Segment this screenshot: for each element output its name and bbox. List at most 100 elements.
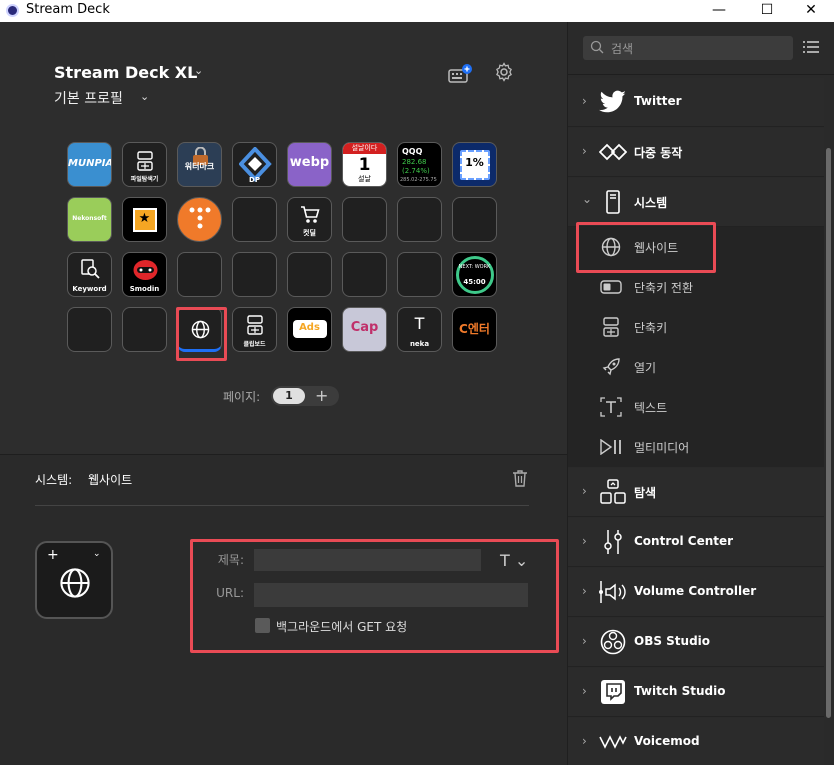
add-state-icon[interactable]: + [47,547,59,563]
delete-trash-icon[interactable] [512,469,528,487]
key-ads[interactable]: Ads [287,307,332,352]
key-c-enter[interactable]: C엔터 [452,307,497,352]
background-get-checkbox[interactable] [255,618,270,633]
image-options-chevron-icon[interactable]: ⌄ [93,549,101,559]
key-munpia[interactable]: MUNPIA [67,142,112,187]
key-cpu-percent[interactable]: 1% [452,142,497,187]
search-box[interactable]: 검색 [583,36,793,60]
divider [568,74,834,75]
key-watermark[interactable]: 워터마크 [177,142,222,187]
hotkey-switch-icon [598,276,624,298]
text-t-icon: T [414,314,425,333]
key-calendar[interactable]: 설날이다 1 설날 [342,142,387,187]
category-twitter[interactable]: › Twitter [568,78,824,127]
key-keyword[interactable]: Keyword [67,252,112,297]
category-control-center[interactable]: › Control Center [568,518,824,567]
chevron-right-icon: › [582,94,587,108]
window-titlebar: Stream Deck — ☐ ✕ [0,0,834,22]
globe-icon [191,320,210,339]
chevron-right-icon: › [582,144,587,158]
key-empty[interactable] [452,197,497,242]
action-hotkey[interactable]: 단축키 [568,307,824,347]
calculator-icon [247,315,263,335]
profile-chevron-down-icon[interactable]: ⌄ [140,90,149,103]
chevron-right-icon: › [582,484,587,498]
action-multimedia[interactable]: 멀티미디어 [568,427,824,467]
profile-selector[interactable]: 기본 프로필 [54,88,123,108]
key-empty[interactable] [397,252,442,297]
key-empty[interactable] [397,197,442,242]
category-multi-action[interactable]: › 다중 동작 [568,128,824,177]
store-keyboard-icon[interactable] [448,64,472,84]
url-field[interactable] [254,583,528,607]
search-icon [590,40,604,54]
chevron-right-icon: › [582,684,587,698]
action-name: 웹사이트 [88,473,133,487]
key-empty[interactable] [232,252,277,297]
key-cart[interactable]: 컷딜 [287,197,332,242]
key-empty[interactable] [342,252,387,297]
key-t-logo[interactable] [177,197,222,242]
volume-controller-icon [598,578,628,606]
maximize-button[interactable]: ☐ [744,0,790,22]
twitch-icon [598,678,628,706]
action-text[interactable]: 텍스트 [568,387,824,427]
close-button[interactable]: ✕ [788,0,834,22]
smodin-mascot-icon [133,260,158,280]
voicemod-icon [598,728,628,756]
key-webp[interactable]: webp [287,142,332,187]
key-pomodoro-timer[interactable]: NEXT: WORK 45:00 [452,252,497,297]
title-field[interactable] [254,549,481,571]
page-current[interactable]: 1 [273,388,305,404]
key-stock-qqq[interactable]: QQQ 282.68 (2.74%) 285.02-275.75 [397,142,442,187]
stream-deck-app-icon [6,4,19,17]
key-clipboard[interactable]: 클립보드 [232,307,277,352]
text-icon [598,396,624,418]
add-page-button[interactable]: + [315,386,328,406]
chevron-right-icon: › [582,534,587,548]
key-image-preview[interactable]: + ⌄ [35,541,113,619]
sidebar-scrollbar[interactable] [826,148,831,718]
key-empty[interactable] [287,252,332,297]
key-smodin[interactable]: Smodin [122,252,167,297]
background-get-label: 백그라운드에서 GET 요청 [276,620,408,634]
window-title: Stream Deck [26,2,110,17]
dots-t-logo-icon [189,207,211,229]
system-icon [598,188,628,216]
key-website-selected[interactable] [177,307,222,352]
category-obs-studio[interactable]: › OBS Studio [568,618,824,667]
action-open[interactable]: 열기 [568,347,824,387]
category-twitch-studio[interactable]: › Twitch Studio [568,668,824,717]
canvas-panel: Stream Deck XL ⌄ 기본 프로필 ⌄ MUNPIA 파일탐색기 워… [0,22,567,765]
search-document-icon [81,259,100,279]
key-cap[interactable]: Cap [342,307,387,352]
title-format-icon[interactable]: T ⌄ [500,551,528,570]
key-dp[interactable]: DP [232,142,277,187]
action-hotkey-switch[interactable]: 단축키 전환 [568,267,824,307]
key-empty[interactable] [232,197,277,242]
key-empty[interactable] [67,307,112,352]
key-empty[interactable] [177,252,222,297]
key-empty[interactable] [342,197,387,242]
calculator-icon [137,151,153,171]
action-website[interactable]: 웹사이트 [568,227,824,267]
settings-gear-icon[interactable] [494,62,514,82]
url-label: URL: [216,586,244,600]
properties-panel: 시스템: 웹사이트 + ⌄ 제목: T ⌄ URL: 백그라운드에서 GET 요… [0,454,567,765]
category-system[interactable]: ⌄ 시스템 [568,178,824,227]
list-view-icon[interactable] [803,40,819,54]
minimize-button[interactable]: — [696,0,742,22]
key-neka-text[interactable]: T neka [397,307,442,352]
device-chevron-down-icon[interactable]: ⌄ [194,64,203,77]
device-name[interactable]: Stream Deck XL [54,63,197,82]
key-star[interactable]: ★ [122,197,167,242]
search-input[interactable]: 검색 [611,40,633,57]
shopping-cart-icon [301,206,320,223]
category-voicemod[interactable]: › Voicemod [568,718,824,765]
multimedia-icon [598,436,624,458]
category-volume-controller[interactable]: › Volume Controller [568,568,824,617]
key-nekonsoft[interactable]: Nekonsoft [67,197,112,242]
key-empty[interactable] [122,307,167,352]
category-navigation[interactable]: › 탐색 [568,468,824,517]
key-calculator-explorer[interactable]: 파일탐색기 [122,142,167,187]
